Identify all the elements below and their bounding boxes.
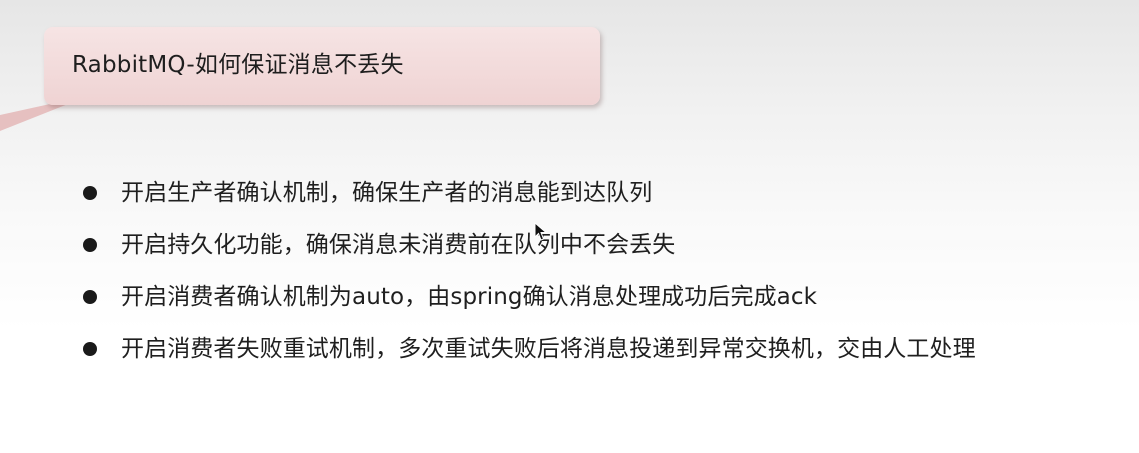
bullet-dot-icon [83,186,97,200]
bullet-item: 开启消费者失败重试机制，多次重试失败后将消息投递到异常交换机，交由人工处理 [83,332,1103,384]
bullet-text: 开启消费者失败重试机制，多次重试失败后将消息投递到异常交换机，交由人工处理 [121,336,976,362]
bullet-dot-icon [83,342,97,356]
bullet-item: 开启消费者确认机制为auto，由spring确认消息处理成功后完成ack [83,280,1103,332]
bullet-list: 开启生产者确认机制，确保生产者的消息能到达队列 开启持久化功能，确保消息未消费前… [83,176,1103,384]
title-callout: RabbitMQ-如何保证消息不丢失 [44,27,600,105]
slide: RabbitMQ-如何保证消息不丢失 开启生产者确认机制，确保生产者的消息能到达… [0,0,1139,453]
bullet-text: 开启消费者确认机制为auto，由spring确认消息处理成功后完成ack [121,284,818,310]
bullet-item: 开启持久化功能，确保消息未消费前在队列中不会丢失 [83,228,1103,280]
bullet-text: 开启生产者确认机制，确保生产者的消息能到达队列 [121,180,653,206]
mouse-cursor-icon [534,222,548,241]
bullet-dot-icon [83,238,97,252]
bullet-dot-icon [83,290,97,304]
bullet-text: 开启持久化功能，确保消息未消费前在队列中不会丢失 [121,232,676,258]
bullet-item: 开启生产者确认机制，确保生产者的消息能到达队列 [83,176,1103,228]
slide-title: RabbitMQ-如何保证消息不丢失 [72,52,404,78]
